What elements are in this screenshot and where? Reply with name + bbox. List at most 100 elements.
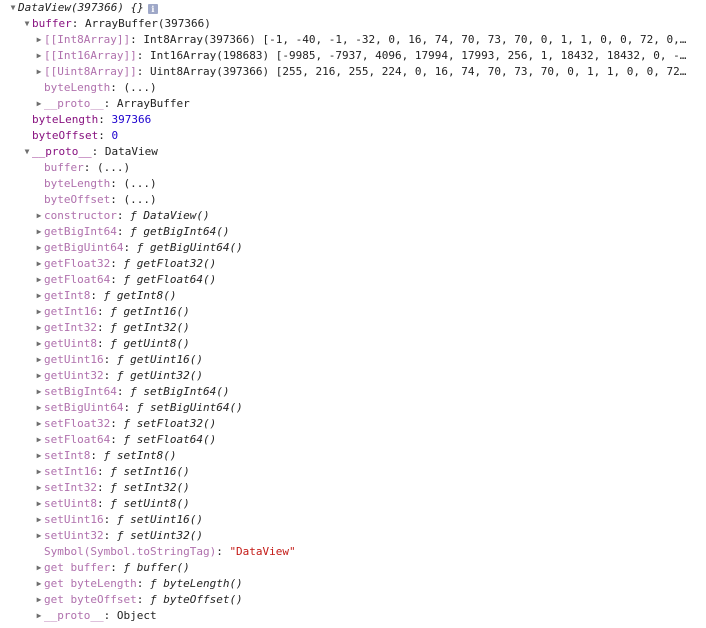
property-row[interactable]: ▶ get buffer: ƒ buffer()	[0, 560, 694, 576]
property-row: byteLength: 397366	[0, 112, 694, 128]
property-value: ArrayBuffer(397366)	[85, 17, 211, 30]
property-row[interactable]: ▶ setInt16: ƒ setInt16()	[0, 464, 694, 480]
key-separator: :	[110, 417, 124, 430]
triangle-right-icon[interactable]: ▶	[34, 496, 44, 512]
key-separator: :	[96, 497, 111, 510]
key-separator: :	[110, 561, 124, 574]
triangle-right-icon[interactable]: ▶	[34, 336, 44, 352]
property-row[interactable]: ▶ setFloat32: ƒ setFloat32()	[0, 416, 694, 432]
key-separator: :	[96, 481, 111, 494]
key-separator: :	[110, 273, 124, 286]
key-separator: :	[98, 113, 112, 126]
property-row[interactable]: ▶ getInt8: ƒ getInt8()	[0, 288, 694, 304]
key-separator: :	[103, 97, 117, 110]
triangle-right-icon[interactable]: ▶	[34, 512, 44, 528]
property-row[interactable]: ▶ setInt32: ƒ setInt32()	[0, 480, 694, 496]
property-row[interactable]: ▶ setUint32: ƒ setUint32()	[0, 528, 694, 544]
property-row[interactable]: ▶ getInt32: ƒ getInt32()	[0, 320, 694, 336]
triangle-right-icon[interactable]: ▶	[34, 256, 44, 272]
triangle-right-icon[interactable]: ▶	[34, 464, 44, 480]
property-row[interactable]: ▼ __proto__: DataView	[0, 144, 694, 160]
property-row[interactable]: ▶ setBigInt64: ƒ setBigInt64()	[0, 384, 694, 400]
property-key: getFloat64	[44, 273, 111, 286]
triangle-right-icon[interactable]: ▶	[34, 576, 44, 592]
property-key: getInt32	[44, 321, 97, 334]
triangle-right-icon[interactable]: ▶	[34, 608, 44, 624]
property-value: ƒ setBigInt64()	[130, 385, 230, 398]
property-row[interactable]: ▶ setUint16: ƒ setUint16()	[0, 512, 694, 528]
property-row[interactable]: ▶ getFloat32: ƒ getFloat32()	[0, 256, 694, 272]
triangle-right-icon[interactable]: ▶	[34, 448, 44, 464]
property-row[interactable]: ▶ __proto__: ArrayBuffer	[0, 96, 694, 112]
property-key: setUint16	[44, 513, 104, 526]
property-key: setInt16	[44, 465, 97, 478]
property-row[interactable]: ▶ getBigUint64: ƒ getBigUint64()	[0, 240, 694, 256]
property-value: ƒ byteOffset()	[149, 593, 243, 606]
triangle-right-icon[interactable]: ▶	[34, 416, 44, 432]
property-row[interactable]: ▶ getUint16: ƒ getUint16()	[0, 352, 694, 368]
triangle-right-icon[interactable]: ▶	[34, 592, 44, 608]
property-row[interactable]: ▶ getUint32: ƒ getUint32()	[0, 368, 694, 384]
property-row[interactable]: ▶ [[Uint8Array]]: Uint8Array(397366) [255…	[0, 64, 694, 80]
property-key: getUint8	[44, 337, 97, 350]
triangle-right-icon[interactable]: ▶	[34, 96, 44, 112]
property-row[interactable]: ▶ getInt16: ƒ getInt16()	[0, 304, 694, 320]
property-row[interactable]: ▶ setFloat64: ƒ setFloat64()	[0, 432, 694, 448]
property-value: ƒ setInt16()	[110, 465, 190, 478]
property-value: 0	[111, 129, 119, 142]
triangle-right-icon[interactable]: ▶	[34, 304, 44, 320]
triangle-right-icon[interactable]: ▶	[34, 224, 44, 240]
property-row[interactable]: ▶ setInt8: ƒ setInt8()	[0, 448, 694, 464]
triangle-right-icon[interactable]: ▶	[34, 320, 44, 336]
key-separator: :	[98, 129, 112, 142]
triangle-down-icon[interactable]: ▼	[22, 144, 32, 160]
triangle-right-icon[interactable]: ▶	[34, 288, 44, 304]
property-key: getUint16	[44, 353, 104, 366]
property-key: setBigUint64	[44, 401, 124, 414]
object-summary[interactable]: DataView(397366) {}	[18, 1, 144, 14]
property-row[interactable]: ▶ [[Int16Array]]: Int16Array(198683) [-99…	[0, 48, 694, 64]
property-row[interactable]: ▶ get byteLength: ƒ byteLength()	[0, 576, 694, 592]
property-row[interactable]: ▶ constructor: ƒ DataView()	[0, 208, 694, 224]
key-separator: :	[90, 449, 104, 462]
property-row: byteOffset: (...)	[0, 192, 694, 208]
property-value: Int8Array(397366) [-1, -40, -1, -32, 0, …	[143, 33, 687, 46]
property-row[interactable]: ▶ getFloat64: ƒ getFloat64()	[0, 272, 694, 288]
property-row[interactable]: ▶ setBigUint64: ƒ setBigUint64()	[0, 400, 694, 416]
triangle-right-icon[interactable]: ▶	[34, 528, 44, 544]
triangle-right-icon[interactable]: ▶	[34, 384, 44, 400]
property-key: setFloat64	[44, 433, 111, 446]
property-row[interactable]: ▶ __proto__: Object	[0, 608, 694, 624]
property-value: ƒ getInt8()	[103, 289, 177, 302]
property-key: __proto__	[44, 97, 104, 110]
property-key: get byteLength	[44, 577, 137, 590]
property-key: setInt8	[44, 449, 91, 462]
triangle-right-icon[interactable]: ▶	[34, 64, 44, 80]
key-separator: :	[83, 161, 97, 174]
triangle-right-icon[interactable]: ▶	[34, 48, 44, 64]
triangle-right-icon[interactable]: ▶	[34, 432, 44, 448]
property-value: ƒ setBigUint64()	[136, 401, 243, 414]
triangle-right-icon[interactable]: ▶	[34, 368, 44, 384]
property-value: DataView	[104, 145, 158, 158]
property-key: setUint32	[44, 529, 104, 542]
property-row[interactable]: ▶ getUint8: ƒ getUint8()	[0, 336, 694, 352]
object-header-row[interactable]: ▼ DataView(397366) {} i	[0, 0, 694, 16]
triangle-right-icon[interactable]: ▶	[34, 560, 44, 576]
triangle-right-icon[interactable]: ▶	[34, 208, 44, 224]
triangle-down-icon[interactable]: ▼	[8, 0, 18, 16]
property-row[interactable]: ▶ setUint8: ƒ setUint8()	[0, 496, 694, 512]
triangle-right-icon[interactable]: ▶	[34, 352, 44, 368]
property-row[interactable]: ▶ [[Int8Array]]: Int8Array(397366) [-1, -…	[0, 32, 694, 48]
property-value: ƒ getUint8()	[110, 337, 190, 350]
triangle-right-icon[interactable]: ▶	[34, 32, 44, 48]
property-row[interactable]: ▶ get byteOffset: ƒ byteOffset()	[0, 592, 694, 608]
triangle-right-icon[interactable]: ▶	[34, 480, 44, 496]
triangle-right-icon[interactable]: ▶	[34, 240, 44, 256]
triangle-right-icon[interactable]: ▶	[34, 272, 44, 288]
property-row[interactable]: ▶ getBigInt64: ƒ getBigInt64()	[0, 224, 694, 240]
property-row[interactable]: ▼ buffer: ArrayBuffer(397366)	[0, 16, 694, 32]
triangle-down-icon[interactable]: ▼	[22, 16, 32, 32]
info-icon[interactable]: i	[147, 4, 158, 14]
triangle-right-icon[interactable]: ▶	[34, 400, 44, 416]
